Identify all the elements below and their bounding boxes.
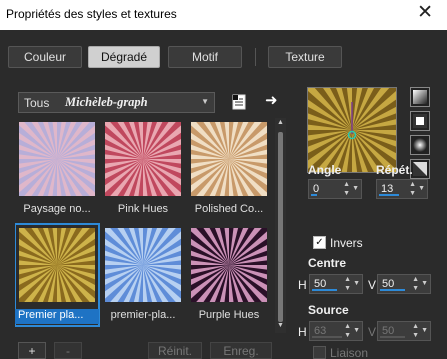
chevron-down-icon[interactable]: ▼ xyxy=(421,280,428,287)
chevron-down-icon[interactable]: ▼ xyxy=(418,185,425,192)
source-v-value-bar xyxy=(380,336,405,338)
source-v-label: V xyxy=(368,325,377,339)
reset-button[interactable]: Réinit. xyxy=(148,342,202,359)
gradient-item-paysage[interactable]: Paysage no... xyxy=(15,118,99,220)
add-gradient-button[interactable]: + xyxy=(18,342,46,359)
source-v-spinner[interactable]: 50 ▲ ▼ ▼ xyxy=(377,321,431,341)
spin-up-icon[interactable]: ▲ xyxy=(344,276,351,284)
center-h-label: H xyxy=(298,278,307,292)
arrow-right-icon[interactable]: ➜ xyxy=(265,91,283,109)
source-label: Source xyxy=(308,303,349,317)
tab-motif[interactable]: Motif xyxy=(168,46,242,68)
repeat-value-bar xyxy=(379,194,399,196)
gradient-scrollbar[interactable]: ▲ ▼ xyxy=(275,118,286,333)
center-v-value-bar xyxy=(380,289,405,291)
source-h-spinner[interactable]: 63 ▲ ▼ ▼ xyxy=(309,321,363,341)
gradient-library-dropdown[interactable]: Tous Michèleb-graph ▼ xyxy=(18,92,215,113)
tab-texture[interactable]: Texture xyxy=(268,46,342,68)
chevron-down-icon[interactable]: ▼ xyxy=(353,280,360,287)
spin-up-icon[interactable]: ▲ xyxy=(343,181,350,189)
gradient-label: Purple Hues xyxy=(198,309,260,321)
chevron-down-icon[interactable]: ▼ xyxy=(353,327,360,334)
scroll-up-icon[interactable]: ▲ xyxy=(275,119,286,129)
spin-down-icon[interactable]: ▼ xyxy=(344,332,351,340)
save-button[interactable]: Enreg. xyxy=(210,342,272,359)
center-h-value-bar xyxy=(312,289,337,291)
repeat-spinner[interactable]: 13 ▲ ▼ ▼ xyxy=(376,179,428,199)
gradient-label: premier-pla... xyxy=(110,309,176,321)
gradient-grid: Paysage no... Pink Hues Polished Co... P… xyxy=(15,118,270,333)
scrollbar-thumb[interactable] xyxy=(278,132,283,322)
linear-style-icon[interactable] xyxy=(410,87,430,107)
link-checkbox[interactable] xyxy=(313,346,326,359)
gradient-thumbnail xyxy=(105,228,181,302)
gradient-thumbnail xyxy=(19,122,95,196)
gradient-thumbnail xyxy=(191,122,267,196)
angle-label: Angle xyxy=(308,163,342,177)
close-icon[interactable]: ✕ xyxy=(417,3,433,23)
gradient-thumbnail xyxy=(105,122,181,196)
gradient-thumbnail xyxy=(191,228,267,302)
spin-up-icon[interactable]: ▲ xyxy=(344,323,351,331)
spin-up-icon[interactable]: ▲ xyxy=(412,323,419,331)
radial-style-icon[interactable] xyxy=(410,135,430,155)
gradient-thumbnail xyxy=(19,228,95,302)
gradient-label: Pink Hues xyxy=(117,203,169,215)
invert-label: Invers xyxy=(330,236,363,250)
angle-value-bar xyxy=(311,194,317,196)
window-title: Propriétés des styles et textures xyxy=(6,7,177,21)
tab-bar: Couleur Dégradé Motif Texture xyxy=(0,46,447,70)
document-icon[interactable] xyxy=(230,93,248,111)
rectangular-style-icon[interactable] xyxy=(410,111,430,131)
library-filter-label: Tous xyxy=(24,96,50,110)
gradient-label: Polished Co... xyxy=(194,203,264,215)
spin-down-icon[interactable]: ▼ xyxy=(343,190,350,198)
gradient-preview[interactable] xyxy=(307,87,397,173)
link-label: Liaison xyxy=(330,346,369,359)
gradient-item-purple-hues[interactable]: Purple Hues xyxy=(187,224,270,326)
window-titlebar: Propriétés des styles et textures ✕ xyxy=(0,0,447,30)
spin-up-icon[interactable]: ▲ xyxy=(409,181,416,189)
center-v-spinner[interactable]: 50 ▲ ▼ ▼ xyxy=(377,274,431,294)
library-selected-name: Michèleb-graph xyxy=(65,95,148,109)
spin-down-icon[interactable]: ▼ xyxy=(412,332,419,340)
invert-checkbox[interactable]: ✓ xyxy=(313,236,326,249)
gradient-item-premier-plan-2[interactable]: premier-pla... xyxy=(101,224,185,326)
spin-down-icon[interactable]: ▼ xyxy=(409,190,416,198)
spin-down-icon[interactable]: ▼ xyxy=(344,285,351,293)
center-h-spinner[interactable]: 50 ▲ ▼ ▼ xyxy=(309,274,363,294)
angle-spinner[interactable]: 0 ▲ ▼ ▼ xyxy=(308,179,362,199)
gradient-item-polished-copper[interactable]: Polished Co... xyxy=(187,118,270,220)
center-v-label: V xyxy=(368,278,377,292)
repeat-label: Répét. xyxy=(376,163,413,177)
gradient-label: Premier pla... xyxy=(15,309,99,324)
scroll-down-icon[interactable]: ▼ xyxy=(275,322,286,332)
tab-degrade[interactable]: Dégradé xyxy=(88,46,160,68)
chevron-down-icon: ▼ xyxy=(201,97,209,106)
tab-separator xyxy=(255,48,256,66)
spin-up-icon[interactable]: ▲ xyxy=(412,276,419,284)
source-h-label: H xyxy=(298,325,307,339)
remove-gradient-button[interactable]: - xyxy=(54,342,82,359)
chevron-down-icon[interactable]: ▼ xyxy=(352,185,359,192)
source-h-value-bar xyxy=(312,336,342,338)
spin-down-icon[interactable]: ▼ xyxy=(412,285,419,293)
tab-couleur[interactable]: Couleur xyxy=(8,46,82,68)
gradient-item-premier-plan-selected[interactable]: Premier pla... xyxy=(15,223,100,327)
chevron-down-icon[interactable]: ▼ xyxy=(421,327,428,334)
sunburst-style-icon[interactable] xyxy=(410,159,430,179)
gradient-label: Paysage no... xyxy=(23,203,91,215)
gradient-item-pink-hues[interactable]: Pink Hues xyxy=(101,118,185,220)
center-label: Centre xyxy=(308,256,347,270)
